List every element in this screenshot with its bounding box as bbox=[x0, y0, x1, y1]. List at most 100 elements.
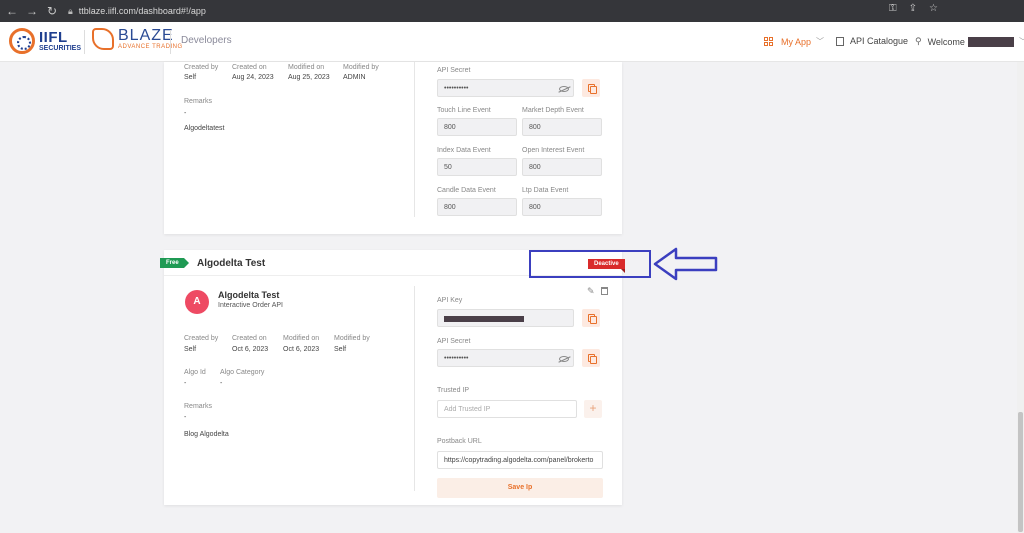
index-data-event-label: Index Data Event bbox=[437, 147, 491, 154]
remarks-label: Remarks bbox=[184, 403, 213, 410]
iifl-logo[interactable]: IIFL SECURITIES bbox=[9, 28, 81, 54]
open-interest-event-label: Open Interest Event bbox=[522, 147, 585, 154]
trusted-ip-label: Trusted IP bbox=[437, 387, 470, 394]
created-on-value: Aug 24, 2023 bbox=[232, 74, 274, 81]
modified-by-label: Modified by bbox=[343, 64, 379, 71]
nav-api-catalogue[interactable]: API Catalogue bbox=[836, 36, 908, 46]
open-interest-event-field[interactable]: 800 bbox=[522, 158, 602, 176]
reload-icon[interactable]: ↻ bbox=[44, 4, 60, 18]
card-divider bbox=[414, 286, 415, 491]
app-name: Algodelta Test bbox=[218, 290, 280, 300]
avatar: A bbox=[185, 290, 209, 314]
created-on-label: Created on bbox=[232, 64, 267, 71]
copy-api-key-button[interactable] bbox=[582, 309, 600, 327]
key-icon[interactable]: ⚿ bbox=[889, 3, 897, 14]
iifl-logo-icon bbox=[9, 28, 35, 54]
ltp-data-event-field[interactable]: 800 bbox=[522, 198, 602, 216]
copy-api-secret-button[interactable] bbox=[582, 349, 600, 367]
api-secret-field[interactable]: •••••••••• bbox=[437, 349, 574, 367]
remarks-label: Remarks bbox=[184, 98, 213, 105]
redacted-username bbox=[967, 36, 1014, 47]
add-trusted-ip-button[interactable]: + bbox=[584, 400, 602, 418]
share-icon[interactable]: ⇪ bbox=[909, 3, 917, 14]
card-title: Algodelta Test bbox=[197, 258, 266, 269]
blaze-logo-text: BLAZE bbox=[118, 27, 174, 44]
user-menu[interactable]: ⚲ Welcome ﹀ bbox=[915, 36, 1024, 47]
welcome-label: Welcome bbox=[927, 36, 965, 47]
postback-url-input[interactable]: https://copytrading.algodelta.com/panel/… bbox=[437, 451, 603, 469]
redacted-api-key bbox=[444, 316, 524, 322]
user-icon: ⚲ bbox=[915, 36, 922, 46]
app-description: Blog Algodelta bbox=[184, 431, 229, 438]
modified-on-value: Oct 6, 2023 bbox=[283, 346, 320, 353]
remarks-value: - bbox=[184, 110, 187, 117]
created-on-value: Oct 6, 2023 bbox=[232, 346, 269, 353]
modified-by-value: Self bbox=[334, 346, 347, 353]
app-type: Interactive Order API bbox=[218, 302, 283, 309]
grid-icon bbox=[764, 37, 773, 46]
browser-actions: ⚿ ⇪ ☆ bbox=[889, 3, 938, 14]
api-secret-label: API Secret bbox=[437, 338, 471, 345]
modified-by-label: Modified by bbox=[334, 335, 370, 342]
chevron-down-icon: ﹀ bbox=[816, 37, 825, 46]
touch-line-event-label: Touch Line Event bbox=[437, 107, 491, 114]
chevron-down-icon: ﹀ bbox=[1019, 36, 1024, 47]
nav-my-app[interactable]: My App ﹀ bbox=[764, 36, 824, 47]
header-divider bbox=[170, 30, 171, 54]
touch-line-event-field[interactable]: 800 bbox=[437, 118, 517, 136]
algo-category-value: - bbox=[220, 380, 223, 387]
app-card: Created by Created on Modified on Modifi… bbox=[164, 62, 622, 234]
eye-slash-icon[interactable] bbox=[559, 356, 569, 362]
algo-id-value: - bbox=[184, 380, 187, 387]
card-divider bbox=[414, 62, 415, 217]
copy-api-secret-button[interactable] bbox=[582, 79, 600, 97]
algo-category-label: Algo Category bbox=[220, 369, 265, 376]
remarks-value: - bbox=[184, 414, 187, 421]
forward-icon[interactable]: → bbox=[24, 4, 40, 18]
app-description: Algodeltatest bbox=[184, 125, 225, 132]
created-by-label: Created by bbox=[184, 64, 219, 71]
modified-on-label: Modified on bbox=[288, 64, 325, 71]
created-by-value: Self bbox=[184, 346, 197, 353]
api-key-label: API Key bbox=[437, 297, 463, 304]
book-icon bbox=[836, 36, 844, 46]
modified-on-value: Aug 25, 2023 bbox=[288, 74, 330, 81]
api-secret-value: •••••••••• bbox=[444, 85, 469, 92]
api-secret-value: •••••••••• bbox=[444, 355, 469, 362]
trusted-ip-input[interactable]: Add Trusted IP bbox=[437, 400, 577, 418]
api-secret-field[interactable]: •••••••••• bbox=[437, 79, 574, 97]
eye-slash-icon[interactable] bbox=[559, 86, 569, 92]
ltp-data-event-label: Ltp Data Event bbox=[522, 187, 569, 194]
algo-id-label: Algo Id bbox=[184, 369, 206, 376]
iifl-logo-text: IIFL bbox=[39, 29, 68, 46]
app-header: IIFL SECURITIES BLAZE ADVANCE TRADING De… bbox=[0, 22, 1024, 62]
candle-data-event-field[interactable]: 800 bbox=[437, 198, 517, 216]
annotation-arrow-icon bbox=[653, 247, 718, 281]
market-depth-event-label: Market Depth Event bbox=[522, 107, 584, 114]
postback-url-label: Postback URL bbox=[437, 438, 482, 445]
api-key-field[interactable] bbox=[437, 309, 574, 327]
trash-icon[interactable] bbox=[601, 287, 608, 295]
lock-icon[interactable]: 🔒︎ bbox=[68, 6, 73, 17]
browser-toolbar: ← → ↻ 🔒︎ ttblaze.iifl.com/dashboard#!/ap… bbox=[0, 0, 1024, 22]
nav-my-app-label: My App bbox=[781, 36, 812, 47]
edit-icon[interactable]: ✎ bbox=[587, 286, 595, 297]
scrollbar[interactable] bbox=[1017, 62, 1024, 533]
star-icon[interactable]: ☆ bbox=[929, 3, 938, 14]
created-on-label: Created on bbox=[232, 335, 267, 342]
api-secret-label: API Secret bbox=[437, 67, 471, 74]
save-ip-button[interactable]: Save Ip bbox=[437, 478, 603, 498]
created-by-label: Created by bbox=[184, 335, 219, 342]
created-by-value: Self bbox=[184, 74, 197, 81]
modified-on-label: Modified on bbox=[283, 335, 320, 342]
app-card: Free Algodelta Test Deactive A Algodelta… bbox=[160, 250, 625, 505]
header-divider bbox=[84, 30, 85, 54]
market-depth-event-field[interactable]: 800 bbox=[522, 118, 602, 136]
free-badge: Free bbox=[160, 258, 189, 268]
back-icon[interactable]: ← bbox=[4, 4, 20, 18]
address-bar[interactable]: ttblaze.iifl.com/dashboard#!/app bbox=[79, 6, 206, 16]
scrollbar-thumb[interactable] bbox=[1018, 412, 1023, 532]
modified-by-value: ADMIN bbox=[343, 74, 366, 81]
nav-api-catalogue-label: API Catalogue bbox=[850, 36, 909, 46]
index-data-event-field[interactable]: 50 bbox=[437, 158, 517, 176]
